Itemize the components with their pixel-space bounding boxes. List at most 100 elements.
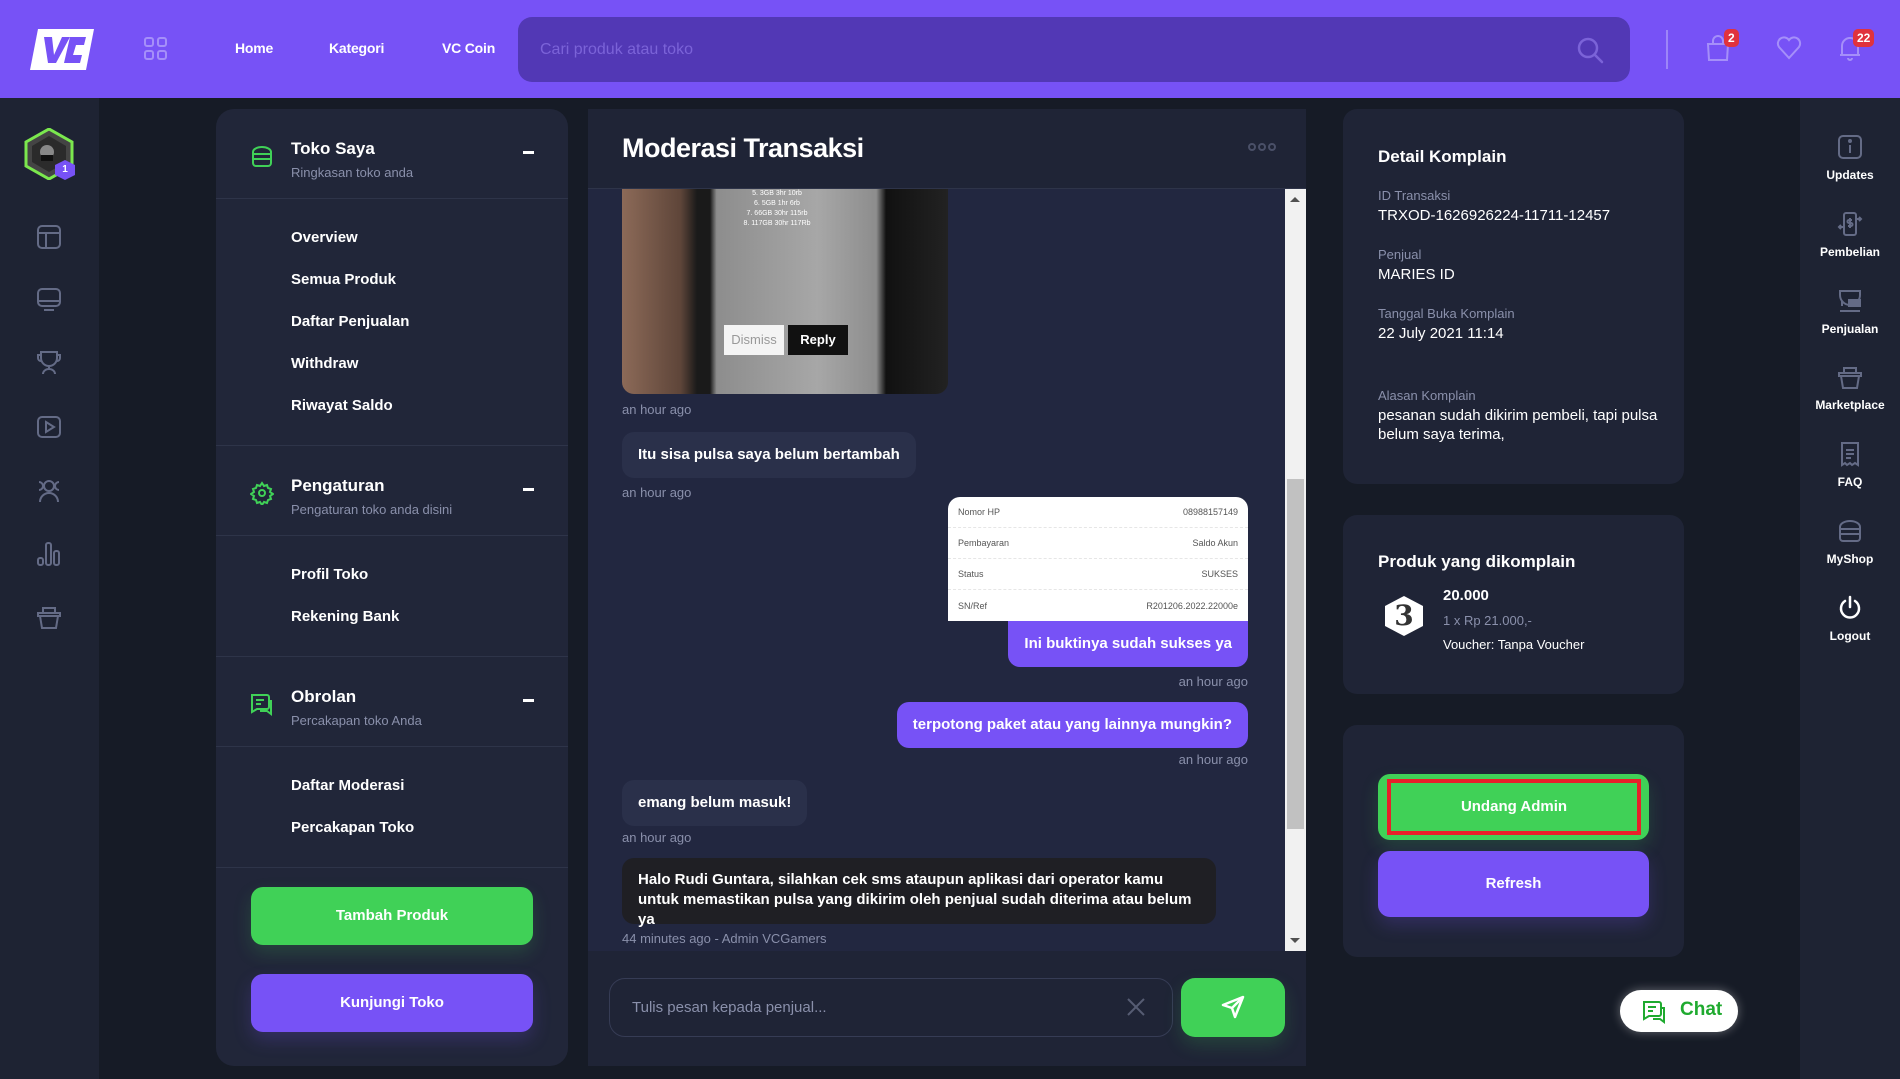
nav-pembelian[interactable]: Pembelian [1800, 211, 1900, 261]
basket-icon [1838, 367, 1862, 389]
info-icon [1838, 135, 1862, 159]
image-dismiss-label: Dismiss [724, 325, 784, 355]
collapse-icon[interactable] [523, 488, 534, 491]
message-timestamp: an hour ago [622, 402, 692, 417]
menu-item-rekening-bank[interactable]: Rekening Bank [291, 596, 568, 638]
menu-item-percakapan-toko[interactable]: Percakapan Toko [291, 807, 568, 849]
nav-kategori[interactable]: Kategori [329, 40, 384, 56]
receipt-icon [1841, 442, 1859, 467]
message-image[interactable]: 5. 3GB 3hr 10rb 6. 5GB 1hr 6rb 7. 66GB 3… [622, 189, 948, 394]
admin-message-bubble: Halo Rudi Guntara, silahkan cek sms atau… [622, 858, 1216, 928]
close-icon[interactable] [1126, 997, 1146, 1017]
menu-item-profil-toko[interactable]: Profil Toko [291, 554, 568, 596]
section-obrolan[interactable]: Obrolan Percakapan toko Anda [216, 657, 568, 747]
grid-menu-icon[interactable] [144, 37, 168, 61]
menu-item-daftar-moderasi[interactable]: Daftar Moderasi [291, 765, 568, 807]
top-navbar: Home Kategori VC Coin 2 22 [0, 0, 1900, 98]
image-text: 6. 5GB 1hr 6rb [754, 200, 800, 207]
message-bubble: terpotong paket atau yang lainnya mungki… [896, 702, 1248, 748]
search-bar [518, 17, 1630, 82]
nav-updates[interactable]: Updates [1800, 134, 1900, 184]
floating-chat-button[interactable]: Chat [1620, 990, 1738, 1032]
refresh-button[interactable]: Refresh [1378, 851, 1649, 917]
nav-logout[interactable]: Logout [1800, 595, 1900, 645]
nav-penjualan[interactable]: Penjualan [1800, 288, 1900, 338]
add-product-button[interactable]: Tambah Produk [251, 887, 533, 945]
section-pengaturan[interactable]: Pengaturan Pengaturan toko anda disini [216, 446, 568, 536]
receipt-row: Nomor HP 08988157149 [948, 497, 1248, 528]
trophy-icon[interactable] [36, 350, 62, 376]
product-name: 20.000 [1443, 587, 1489, 604]
visit-shop-button[interactable]: Kunjungi Toko [251, 974, 533, 1032]
search-icon[interactable] [1576, 36, 1606, 66]
product-thumbnail: 3 [1385, 596, 1423, 636]
message-bubble: Itu sisa pulsa saya belum bertambah [622, 432, 916, 478]
store-icon [1839, 520, 1861, 542]
scroll-up-arrow-icon[interactable] [1290, 197, 1300, 202]
complaint-detail-card: Detail Komplain ID Transaksi TRXOD-16269… [1343, 109, 1684, 484]
chat-icon [1643, 1001, 1665, 1024]
vc-logo[interactable] [30, 29, 94, 70]
section-toko-saya[interactable]: Toko Saya Ringkasan toko anda [216, 109, 568, 199]
menu-item-riwayat-saldo[interactable]: Riwayat Saldo [291, 385, 568, 427]
nav-myshop[interactable]: MyShop [1800, 518, 1900, 568]
menu-item-withdraw[interactable]: Withdraw [291, 343, 568, 385]
chart-icon[interactable] [36, 541, 62, 567]
store-icon [252, 146, 272, 167]
nav-label: FAQ [1837, 475, 1863, 489]
message-timestamp: an hour ago [1178, 674, 1248, 689]
scroll-thumb[interactable] [1287, 479, 1304, 829]
nav-label: Pembelian [1819, 245, 1881, 259]
receipt-image[interactable]: Nomor HP 08988157149 Pembayaran Saldo Akun… [948, 497, 1248, 621]
message-input[interactable] [632, 979, 1112, 1036]
send-button[interactable] [1181, 978, 1285, 1037]
nav-label: Logout [1829, 629, 1871, 643]
divider [1666, 30, 1668, 69]
shop-menu-card: Toko Saya Ringkasan toko anda Overview S… [216, 109, 568, 1066]
notification-count-badge: 22 [1853, 29, 1875, 47]
product-voucher: Voucher: Tanpa Voucher [1443, 637, 1585, 652]
field-label: Alasan Komplain [1378, 388, 1476, 403]
collapse-icon[interactable] [523, 699, 534, 702]
layout-icon[interactable] [36, 224, 62, 250]
play-icon[interactable] [36, 414, 62, 440]
chat-panel: Moderasi Transaksi 5. 3GB 3hr 10rb 6. 5G… [588, 109, 1306, 1066]
section-title: Pengaturan [291, 476, 385, 495]
complained-product-card: Produk yang dikomplain 3 20.000 1 x Rp 2… [1343, 515, 1684, 694]
receipt-row: Status SUKSES [948, 559, 1248, 590]
section-title: Toko Saya [291, 139, 375, 158]
section-subtitle: Pengaturan toko anda disini [291, 502, 453, 517]
image-reply-label: Reply [788, 325, 848, 355]
field-label: Penjual [1378, 247, 1422, 262]
message-timestamp: an hour ago [622, 830, 692, 845]
section-title: Obrolan [291, 687, 357, 706]
image-text: 8. 117GB 30hr 117Rb [743, 220, 811, 227]
nav-label: Penjualan [1821, 322, 1879, 336]
menu-item-overview[interactable]: Overview [291, 217, 568, 259]
obrolan-items: Daftar Moderasi Percakapan Toko [216, 747, 568, 868]
search-input[interactable] [540, 17, 1540, 82]
seller-name: MARIES ID [1378, 266, 1455, 283]
field-label: Tanggal Buka Komplain [1378, 306, 1515, 321]
toko-saya-items: Overview Semua Produk Daftar Penjualan W… [216, 199, 568, 446]
more-options-icon[interactable] [1248, 142, 1276, 152]
gear-icon [250, 481, 274, 505]
menu-item-daftar-penjualan[interactable]: Daftar Penjualan [291, 301, 568, 343]
sales-icon [1839, 290, 1861, 312]
menu-item-semua-produk[interactable]: Semua Produk [291, 259, 568, 301]
chat-bubble-icon [251, 694, 272, 716]
collapse-icon[interactable] [523, 151, 534, 154]
nav-faq[interactable]: FAQ [1800, 441, 1900, 491]
chat-scrollbar[interactable] [1285, 189, 1306, 951]
invite-admin-button[interactable]: Undang Admin [1378, 774, 1649, 840]
heart-icon[interactable] [1776, 34, 1802, 62]
users-icon[interactable] [36, 478, 62, 504]
highlight-box: Undang Admin [1387, 779, 1641, 835]
nav-marketplace[interactable]: Marketplace [1800, 364, 1900, 414]
nav-home[interactable]: Home [235, 40, 273, 56]
scroll-down-arrow-icon[interactable] [1290, 938, 1300, 943]
basket-icon[interactable] [36, 604, 62, 630]
message-bubble: Ini buktinya sudah sukses ya [1008, 621, 1248, 667]
monitor-icon[interactable] [36, 287, 62, 313]
nav-vc-coin[interactable]: VC Coin [442, 40, 495, 56]
